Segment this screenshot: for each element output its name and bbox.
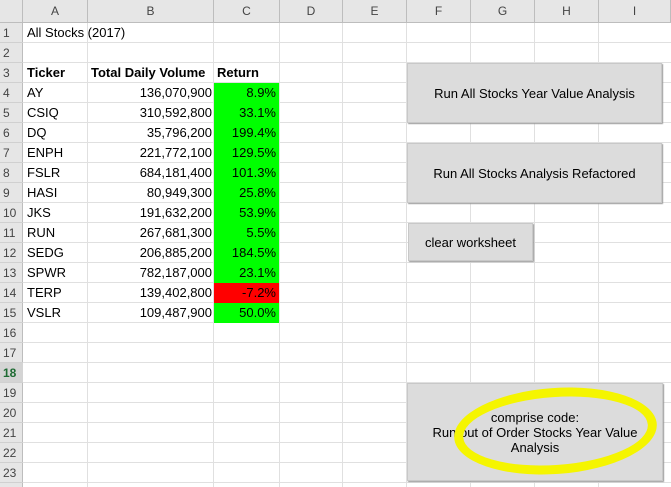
ticker-cell[interactable]: VSLR [27, 303, 61, 323]
volume-cell[interactable]: 206,885,200 [88, 243, 212, 263]
ticker-cell[interactable]: JKS [27, 203, 51, 223]
return-cell[interactable]: 23.1% [214, 263, 279, 283]
volume-cell[interactable]: 109,487,900 [88, 303, 212, 323]
column-header-f[interactable]: F [407, 0, 471, 22]
row-header[interactable]: 19 [0, 383, 23, 403]
ticker-cell[interactable]: SPWR [27, 263, 66, 283]
row-header[interactable]: 16 [0, 323, 23, 343]
row-header[interactable]: 12 [0, 243, 23, 263]
run-all-stocks-label: Run All Stocks Year Value Analysis [434, 85, 635, 101]
volume-cell[interactable]: 139,402,800 [88, 283, 212, 303]
volume-cell[interactable]: 136,070,900 [88, 83, 212, 103]
row-header[interactable]: 17 [0, 343, 23, 363]
volume-cell[interactable]: 191,632,200 [88, 203, 212, 223]
row-header[interactable]: 4 [0, 83, 23, 103]
compare-code-line1: comprise code: [490, 409, 580, 425]
row-header[interactable]: 8 [0, 163, 23, 183]
return-cell[interactable]: 53.9% [214, 203, 279, 223]
ticker-cell[interactable]: HASI [27, 183, 57, 203]
ticker-cell[interactable]: DQ [27, 123, 47, 143]
select-all-corner[interactable] [0, 0, 23, 22]
gridline-horizontal [23, 362, 671, 363]
ticker-cell[interactable]: ENPH [27, 143, 63, 163]
return-cell[interactable]: 50.0% [214, 303, 279, 323]
return-cell[interactable]: 199.4% [214, 123, 279, 143]
column-header-a[interactable]: A [23, 0, 88, 22]
row-header[interactable]: 9 [0, 183, 23, 203]
gridline-vertical [87, 23, 88, 487]
row-header[interactable]: 6 [0, 123, 23, 143]
row-header[interactable]: 11 [0, 223, 23, 243]
volume-header[interactable]: Total Daily Volume [91, 63, 205, 83]
clear-worksheet-label: clear worksheet [424, 234, 517, 250]
return-cell[interactable]: 5.5% [214, 223, 279, 243]
return-cell[interactable]: 33.1% [214, 103, 279, 123]
volume-cell[interactable]: 310,592,800 [88, 103, 212, 123]
column-header-i[interactable]: I [599, 0, 671, 22]
row-header-bar: 1 2 3 4 5 6 7 8 9 10 11 12 13 14 15 16 17 18 19 20 21 22 23 [0, 23, 23, 487]
run-all-stocks-button[interactable]: Run All Stocks Year Value Analysis [407, 63, 662, 123]
compare-code-line3: Analysis [510, 439, 560, 455]
return-cell[interactable]: 129.5% [214, 143, 279, 163]
sheet-title-cell[interactable]: All Stocks (2017) [27, 23, 125, 43]
row-header[interactable]: 10 [0, 203, 23, 223]
return-cell[interactable]: 25.8% [214, 183, 279, 203]
volume-cell[interactable]: 684,181,400 [88, 163, 212, 183]
column-header-g[interactable]: G [471, 0, 535, 22]
return-cell[interactable]: 8.9% [214, 83, 279, 103]
row-header[interactable]: 13 [0, 263, 23, 283]
ticker-cell[interactable]: RUN [27, 223, 55, 243]
volume-cell[interactable]: 80,949,300 [88, 183, 212, 203]
column-header-e[interactable]: E [343, 0, 407, 22]
row-header[interactable]: 3 [0, 63, 23, 83]
volume-cell[interactable]: 782,187,000 [88, 263, 212, 283]
row-header[interactable]: 7 [0, 143, 23, 163]
gridline-horizontal [23, 342, 671, 343]
column-header-c[interactable]: C [214, 0, 280, 22]
clear-worksheet-button[interactable]: clear worksheet [408, 223, 533, 261]
gridline-vertical [279, 23, 280, 487]
ticker-cell[interactable]: CSIQ [27, 103, 59, 123]
row-header[interactable]: 20 [0, 403, 23, 423]
row-header[interactable]: 14 [0, 283, 23, 303]
run-refactored-label: Run All Stocks Analysis Refactored [433, 165, 636, 181]
ticker-cell[interactable]: SEDG [27, 243, 64, 263]
row-header[interactable]: 21 [0, 423, 23, 443]
volume-cell[interactable]: 221,772,100 [88, 143, 212, 163]
run-refactored-button[interactable]: Run All Stocks Analysis Refactored [407, 143, 662, 203]
compare-code-line2: Run out of Order Stocks Year Value [432, 424, 638, 440]
column-header-h[interactable]: H [535, 0, 599, 22]
ticker-header[interactable]: Ticker [27, 63, 65, 83]
column-header-d[interactable]: D [280, 0, 343, 22]
row-header[interactable]: 1 [0, 23, 23, 43]
return-cell[interactable]: 184.5% [214, 243, 279, 263]
return-cell[interactable]: 101.3% [214, 163, 279, 183]
return-cell[interactable]: -7.2% [214, 283, 279, 303]
compare-code-button[interactable]: comprise code: Run out of Order Stocks Y… [407, 383, 663, 481]
gridline-vertical [213, 23, 214, 487]
ticker-cell[interactable]: FSLR [27, 163, 60, 183]
return-header[interactable]: Return [217, 63, 259, 83]
gridline-horizontal [23, 482, 671, 483]
ticker-cell[interactable]: AY [27, 83, 43, 103]
ticker-cell[interactable]: TERP [27, 283, 62, 303]
gridline-vertical [342, 23, 343, 487]
row-header[interactable]: 5 [0, 103, 23, 123]
volume-cell[interactable]: 267,681,300 [88, 223, 212, 243]
column-header-b[interactable]: B [88, 0, 214, 22]
column-header-bar: A B C D E F G H I [0, 0, 671, 23]
row-header[interactable]: 23 [0, 463, 23, 483]
row-header[interactable]: 18 [0, 363, 23, 383]
row-header[interactable]: 2 [0, 43, 23, 63]
row-header[interactable]: 15 [0, 303, 23, 323]
volume-cell[interactable]: 35,796,200 [88, 123, 212, 143]
row-header[interactable]: 22 [0, 443, 23, 463]
